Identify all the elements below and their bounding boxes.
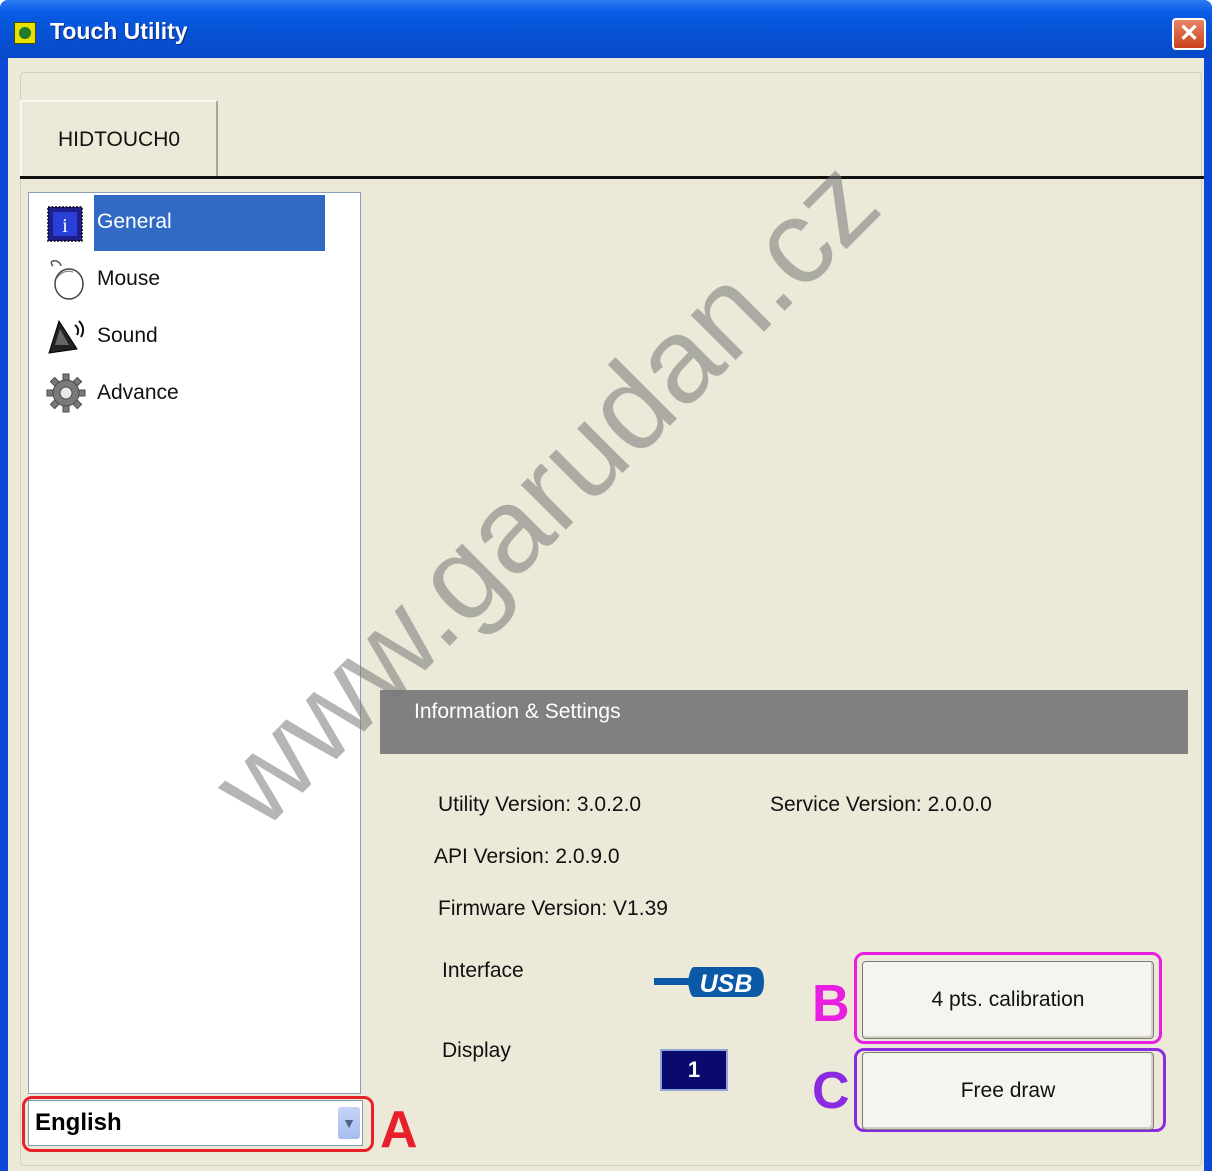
client-area: HIDTOUCH0 i General Mouse Sound Advance … <box>8 58 1204 1171</box>
sidebar-item-mouse[interactable]: Mouse <box>43 252 343 308</box>
api-version: API Version: 2.0.9.0 <box>434 845 620 868</box>
calibration-button[interactable]: 4 pts. calibration <box>862 961 1154 1039</box>
close-icon: ✕ <box>1178 20 1200 47</box>
usb-logo-icon: USB <box>654 967 764 998</box>
sidebar-item-sound[interactable]: Sound <box>43 309 343 365</box>
firmware-version: Firmware Version: V1.39 <box>438 897 668 920</box>
sidebar-item-advance[interactable]: Advance <box>43 366 343 422</box>
sidebar-item-label: Advance <box>97 381 179 404</box>
free-draw-button[interactable]: Free draw <box>862 1052 1154 1130</box>
service-version: Service Version: 2.0.0.0 <box>770 793 992 816</box>
sidebar: i General Mouse Sound Advance <box>28 192 361 1094</box>
tab-divider <box>20 176 1204 179</box>
app-icon <box>14 22 36 44</box>
utility-version: Utility Version: 3.0.2.0 <box>438 793 642 816</box>
section-title: Information & Settings <box>414 700 621 723</box>
annotation-a-label: A <box>380 1101 418 1159</box>
usb-logo-text: USB <box>700 970 753 998</box>
mouse-icon <box>50 260 84 300</box>
app-window: Touch Utility ✕ HIDTOUCH0 i General Mous… <box>0 0 1212 1171</box>
info-icon: i <box>47 206 83 242</box>
display-label: Display <box>442 1039 511 1062</box>
sidebar-item-label: General <box>97 210 172 233</box>
annotation-a-box <box>22 1096 374 1152</box>
close-button[interactable]: ✕ <box>1172 18 1206 50</box>
annotation-b-label: B <box>812 975 850 1033</box>
title-bar[interactable]: Touch Utility ✕ <box>0 0 1212 58</box>
sidebar-item-general[interactable]: i General <box>43 195 343 251</box>
sidebar-item-label: Mouse <box>97 267 161 290</box>
info-section-header: Information & Settings <box>380 690 1188 754</box>
display-number: 1 <box>660 1049 728 1091</box>
annotation-c-label: C <box>812 1062 850 1120</box>
tab-hidtouch0[interactable]: HIDTOUCH0 <box>20 100 218 176</box>
sidebar-item-label: Sound <box>97 324 158 347</box>
interface-label: Interface <box>442 959 524 982</box>
window-title: Touch Utility <box>50 18 188 44</box>
speaker-icon <box>48 319 85 354</box>
gear-icon <box>46 373 86 413</box>
svg-text:i: i <box>62 215 68 237</box>
